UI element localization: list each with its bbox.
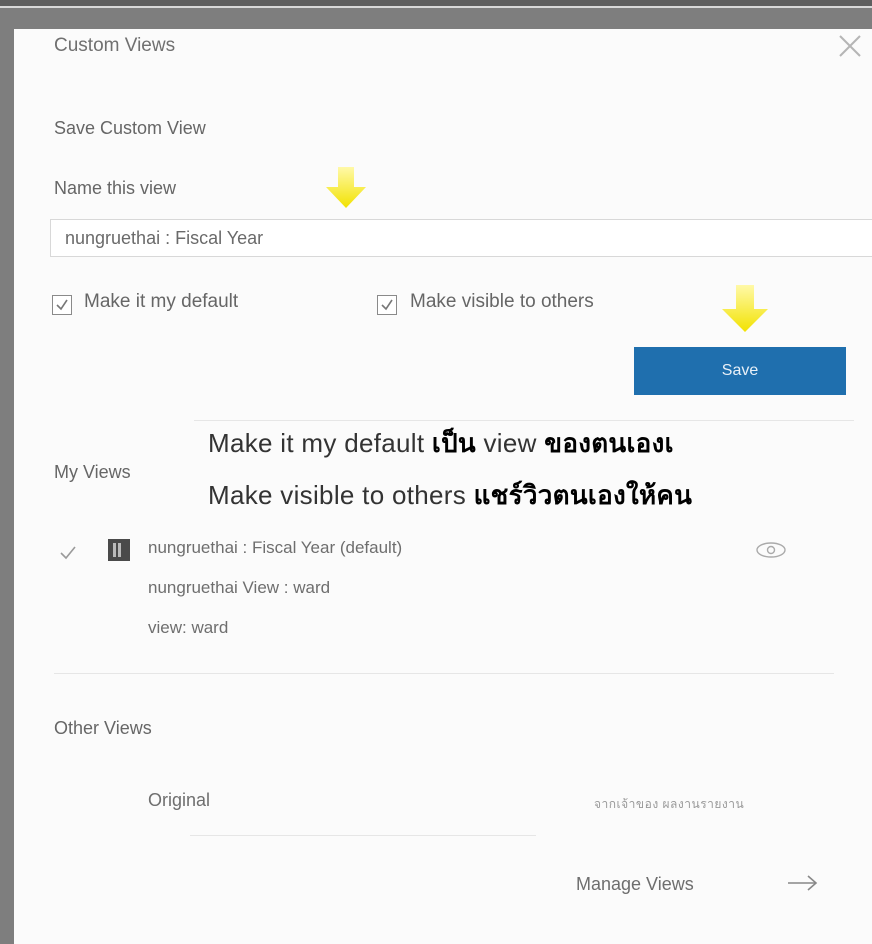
list-divider [190, 835, 536, 836]
dialog-title: Custom Views [54, 35, 176, 56]
custom-views-dialog: Custom Views Save Custom View Name this … [14, 29, 872, 944]
save-custom-view-heading: Save Custom View [54, 118, 206, 138]
name-this-view-label: Name this view [54, 178, 177, 198]
section-divider [194, 420, 854, 421]
check-icon [60, 546, 76, 560]
make-default-checkbox[interactable] [52, 295, 72, 315]
view-name-input[interactable] [50, 219, 872, 257]
arrow-down-icon [326, 167, 366, 208]
other-view-item-original[interactable]: Original [148, 790, 210, 811]
my-views-heading: My Views [54, 462, 131, 482]
arrow-down-icon [722, 285, 768, 332]
my-view-item-default[interactable]: nungruethai : Fiscal Year (default) [148, 538, 402, 558]
my-view-item-ward[interactable]: nungruethai View : ward [148, 578, 330, 598]
make-visible-checkbox[interactable] [377, 295, 397, 315]
other-views-heading: Other Views [54, 718, 152, 738]
manage-views-link[interactable]: Manage Views [576, 874, 694, 895]
check-icon [381, 299, 393, 311]
arrow-right-icon[interactable] [786, 872, 820, 894]
make-default-label: Make it my default [84, 291, 239, 312]
other-view-owner-note: จากเจ้าของ ผลงานรายงาน [594, 797, 745, 811]
annotation-line-default: Make it my default เป็น view ของตนเองเ [208, 428, 674, 458]
annotation-line-visible: Make visible to others แชร์วิวตนเองให้คน [208, 480, 693, 510]
window-top-bar [0, 0, 872, 8]
save-button[interactable]: Save [634, 347, 846, 395]
close-icon[interactable] [832, 29, 868, 64]
dashboard-icon [108, 539, 130, 561]
my-view-item-view-ward[interactable]: view: ward [148, 618, 228, 638]
eye-icon[interactable] [754, 539, 788, 561]
check-icon [56, 299, 68, 311]
section-divider [54, 673, 834, 674]
make-visible-label: Make visible to others [410, 291, 594, 312]
